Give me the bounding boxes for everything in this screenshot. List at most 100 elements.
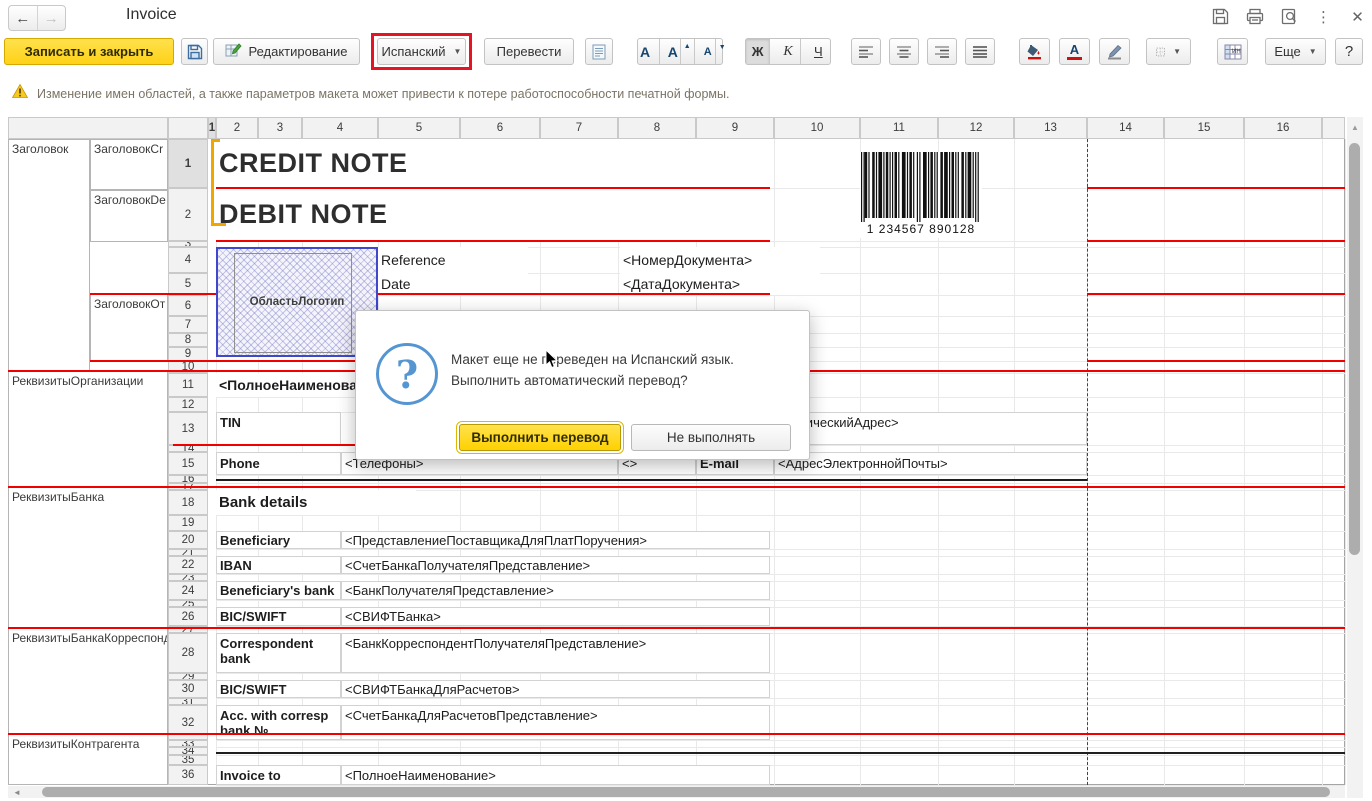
column-header-6[interactable]: 6: [460, 117, 540, 139]
named-areas-button[interactable]: ИН: [1217, 38, 1248, 65]
sheet-cell[interactable]: Reference: [378, 247, 528, 273]
edit-mode-button[interactable]: Редактирование: [213, 38, 360, 65]
column-header-9[interactable]: 9: [696, 117, 774, 139]
sheet-cell[interactable]: BIC/SWIFT: [216, 607, 341, 626]
translate-button[interactable]: Перевести: [484, 38, 574, 65]
column-header-5[interactable]: 5: [378, 117, 460, 139]
sheet-cell[interactable]: Bank details: [216, 490, 416, 515]
help-button[interactable]: ?: [1335, 38, 1363, 65]
font-increase-button[interactable]: А ▲: [666, 39, 695, 64]
vertical-scrollbar-thumb[interactable]: [1349, 143, 1360, 555]
row-header-36[interactable]: 36: [168, 765, 208, 785]
section-name-РеквизитыОрганизации[interactable]: РеквизитыОрганизации: [8, 371, 168, 487]
sheet-cell[interactable]: Phone: [216, 452, 341, 475]
corner-cell[interactable]: [168, 117, 208, 139]
scroll-left-arrow[interactable]: ◄: [10, 786, 24, 798]
sheet-cell[interactable]: <СВИФТБанка>: [341, 607, 770, 626]
row-header-4[interactable]: 4: [168, 247, 208, 273]
perform-translate-button[interactable]: Выполнить перевод: [456, 421, 624, 454]
sheet-cell[interactable]: <ДатаДокумента>: [620, 273, 820, 295]
sheet-cell[interactable]: Date: [378, 273, 528, 295]
scroll-up-arrow[interactable]: ▲: [1347, 120, 1363, 134]
bold-button[interactable]: Ж: [746, 39, 771, 64]
row-header-9[interactable]: 9: [168, 347, 208, 361]
corner-cell[interactable]: [8, 117, 168, 139]
skip-translate-button[interactable]: Не выполнять: [631, 424, 791, 451]
page-layout-button[interactable]: [585, 38, 613, 65]
section-name-ЗаголовокDe[interactable]: ЗаголовокDe: [90, 190, 168, 242]
sheet-cell[interactable]: CREDIT NOTE: [216, 139, 770, 188]
row-header-13[interactable]: 13: [168, 412, 208, 445]
row-header-11[interactable]: 11: [168, 373, 208, 397]
sheet-cell[interactable]: <БанкКорреспондентПолучателяПредставлени…: [341, 633, 770, 673]
sheet-cell[interactable]: Correspondent bank: [216, 633, 341, 673]
section-name-РеквизитыБанка[interactable]: РеквизитыБанка: [8, 487, 168, 628]
save-and-close-button[interactable]: Записать и закрыть: [4, 38, 174, 65]
row-header-1[interactable]: 1: [168, 139, 208, 188]
row-header-24[interactable]: 24: [168, 581, 208, 600]
column-header-10[interactable]: 10: [774, 117, 860, 139]
sheet-cell[interactable]: <ПолноеНаименование>: [341, 765, 770, 785]
row-header-31[interactable]: 31: [168, 698, 208, 705]
sheet-cell[interactable]: BIC/SWIFT: [216, 680, 341, 698]
save-icon[interactable]: [1212, 8, 1229, 25]
logo-area[interactable]: ОбластьЛоготип: [216, 247, 378, 357]
column-header-8[interactable]: 8: [618, 117, 696, 139]
font-color-button[interactable]: А: [1059, 38, 1090, 65]
more-button[interactable]: Еще ▼: [1265, 38, 1326, 65]
sheet-cell[interactable]: IBAN: [216, 556, 341, 574]
sheet-cell[interactable]: <БанкПолучателяПредставление>: [341, 581, 770, 600]
row-header-5[interactable]: 5: [168, 273, 208, 295]
row-header-18[interactable]: 18: [168, 490, 208, 515]
column-header-stub[interactable]: [1322, 117, 1345, 139]
column-header-4[interactable]: 4: [302, 117, 378, 139]
column-header-11[interactable]: 11: [860, 117, 938, 139]
row-header-25[interactable]: 25: [168, 600, 208, 607]
column-header-15[interactable]: 15: [1164, 117, 1244, 139]
section-name-ЗаголовокCr[interactable]: ЗаголовокCr: [90, 139, 168, 190]
sheet-cell[interactable]: Invoice to: [216, 765, 341, 785]
section-name-ЗаголовокОт[interactable]: ЗаголовокОт: [90, 294, 168, 361]
sheet-cell[interactable]: Beneficiary's bank: [216, 581, 341, 600]
row-header-35[interactable]: 35: [168, 755, 208, 765]
section-name-РеквизитыКонтрагента[interactable]: РеквизитыКонтрагента: [8, 734, 168, 785]
row-header-20[interactable]: 20: [168, 531, 208, 549]
back-button[interactable]: ←: [9, 6, 38, 30]
row-header-7[interactable]: 7: [168, 316, 208, 333]
row-header-15[interactable]: 15: [168, 452, 208, 475]
sheet-cell[interactable]: <АдресЭлектроннойПочты>: [774, 452, 1087, 475]
column-header-7[interactable]: 7: [540, 117, 618, 139]
sheet-cell[interactable]: Beneficiary: [216, 531, 341, 549]
row-header-29[interactable]: 29: [168, 673, 208, 680]
preview-icon[interactable]: [1281, 8, 1298, 25]
column-header-13[interactable]: 13: [1014, 117, 1087, 139]
row-header-8[interactable]: 8: [168, 333, 208, 347]
column-header-2[interactable]: 2: [216, 117, 258, 139]
row-header-19[interactable]: 19: [168, 515, 208, 531]
sheet-cell[interactable]: <ПредставлениеПоставщикаДляПлатПоручения…: [341, 531, 770, 549]
column-header-14[interactable]: 14: [1087, 117, 1164, 139]
row-header-2[interactable]: 2: [168, 188, 208, 241]
row-header-28[interactable]: 28: [168, 633, 208, 673]
row-header-30[interactable]: 30: [168, 680, 208, 698]
underline-button[interactable]: Ч: [807, 39, 830, 64]
section-name-Заголовок[interactable]: Заголовок: [8, 139, 90, 371]
column-header-12[interactable]: 12: [938, 117, 1014, 139]
fill-color-button[interactable]: [1019, 38, 1050, 65]
sheet-cell[interactable]: <СВИФТБанкаДляРасчетов>: [341, 680, 770, 698]
close-icon[interactable]: ✕: [1349, 8, 1366, 26]
row-header-34[interactable]: 34: [168, 747, 208, 755]
sheet-cell[interactable]: DEBIT NOTE: [216, 188, 770, 241]
column-header-16[interactable]: 16: [1244, 117, 1322, 139]
column-header-1[interactable]: 1: [208, 117, 216, 139]
font-button[interactable]: А: [631, 39, 660, 64]
row-header-16[interactable]: 16: [168, 475, 208, 483]
row-header-12[interactable]: 12: [168, 397, 208, 412]
row-header-22[interactable]: 22: [168, 556, 208, 574]
print-icon[interactable]: [1246, 8, 1264, 25]
align-justify-button[interactable]: [965, 38, 995, 65]
column-header-3[interactable]: 3: [258, 117, 302, 139]
row-header-14[interactable]: 14: [168, 445, 208, 452]
pencil-button[interactable]: [1099, 38, 1130, 65]
forward-button[interactable]: →: [38, 6, 66, 30]
